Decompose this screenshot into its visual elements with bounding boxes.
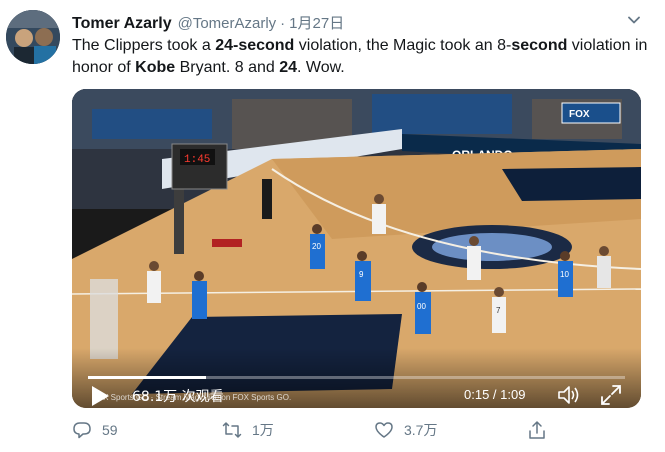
like-icon <box>375 422 393 438</box>
network-logo: FOX <box>569 109 590 120</box>
like-button[interactable]: 3.7万 <box>374 420 437 440</box>
video-player[interactable]: ORLANDO 1:45 FOX <box>72 89 641 408</box>
jersey-number: 7 <box>496 306 501 315</box>
display-name[interactable]: Tomer Azarly <box>72 15 172 33</box>
text-segment-bold: 24 <box>279 59 298 76</box>
tweet-actions: 59 1万 3.7万 <box>72 420 562 446</box>
tweet-date[interactable]: 1月27日 <box>289 12 344 33</box>
like-count: 3.7万 <box>404 422 438 438</box>
retweet-icon <box>222 422 242 438</box>
video-controls: 68.1万 次观看 0:15 / 1:09 FOX Sports GO · St… <box>72 348 641 408</box>
fullscreen-icon[interactable] <box>600 384 622 406</box>
video-time: 0:15 / 1:09 <box>464 387 526 402</box>
reply-button[interactable]: 59 <box>72 420 118 440</box>
text-segment: Bryant. 8 and <box>175 59 280 76</box>
jersey-number: 10 <box>560 270 569 279</box>
jersey-number: 20 <box>312 242 321 251</box>
retweet-count: 1万 <box>252 422 274 438</box>
progress-bar[interactable] <box>88 376 625 379</box>
video-watermark: FOX Sports GO · Stream Magic live on FOX… <box>92 393 292 402</box>
tweet-text: The Clippers took a 24-second violation,… <box>72 35 657 79</box>
volume-icon[interactable] <box>557 384 581 406</box>
shot-clock: 1:45 <box>184 154 210 166</box>
separator-dot: · <box>280 15 286 32</box>
progress-fill <box>88 376 207 379</box>
user-handle[interactable]: @TomerAzarly <box>178 15 277 32</box>
tweet-card: Tomer Azarly @TomerAzarly · 1月27日 The Cl… <box>0 0 665 452</box>
reply-count: 59 <box>102 422 118 438</box>
referee <box>262 179 272 219</box>
text-segment: . Wow. <box>297 59 345 76</box>
text-segment-bold: Kobe <box>135 59 176 76</box>
retweet-button[interactable]: 1万 <box>222 420 274 440</box>
reply-icon <box>73 422 91 439</box>
text-segment: The Clippers took a <box>72 37 216 54</box>
avatar[interactable] <box>6 10 60 64</box>
tweet-header: Tomer Azarly @TomerAzarly · 1月27日 <box>72 12 344 33</box>
share-button[interactable] <box>527 420 547 440</box>
caret-down-icon[interactable] <box>626 12 642 28</box>
share-icon <box>529 421 545 439</box>
jersey-number: 9 <box>359 270 364 279</box>
jersey-number: 00 <box>417 302 426 311</box>
text-segment: violation, the Magic took an 8- <box>294 37 512 54</box>
text-segment-bold: second <box>511 37 568 54</box>
text-segment-bold: 24-second <box>215 37 295 54</box>
